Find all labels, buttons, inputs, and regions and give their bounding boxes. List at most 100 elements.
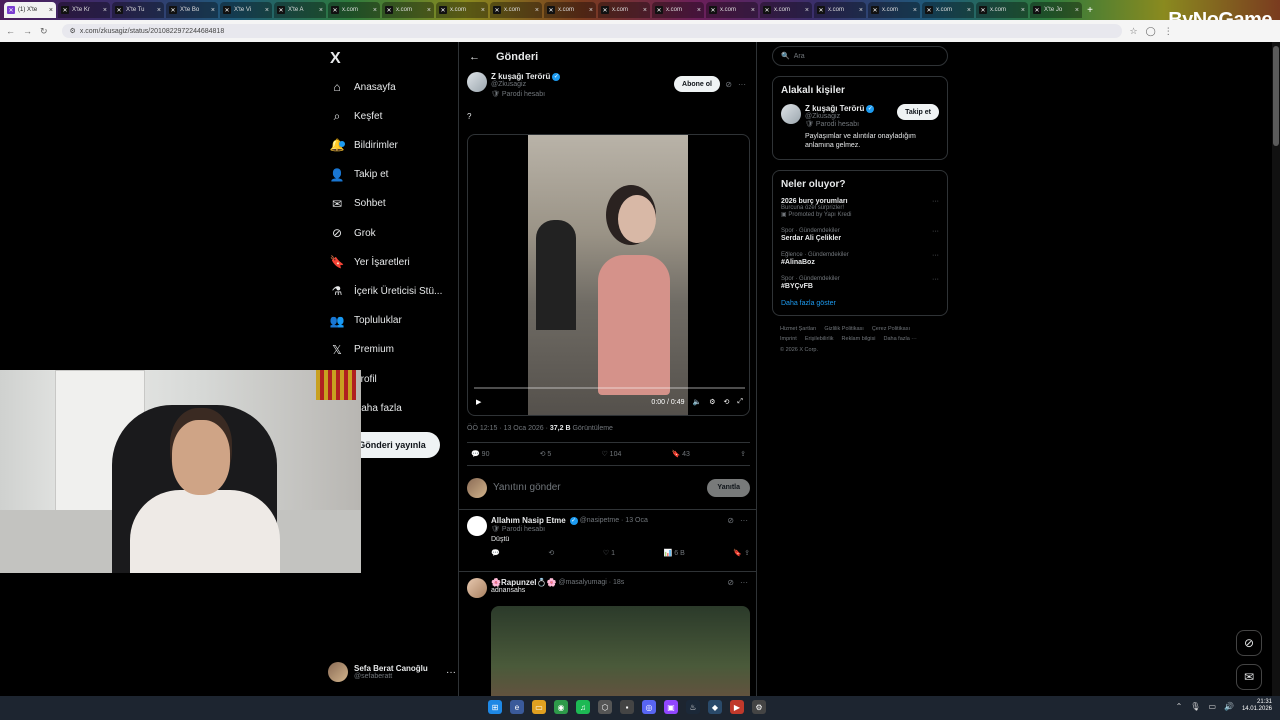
browser-tab[interactable]: ✕ X'te Jo × bbox=[1030, 2, 1082, 18]
app-icon[interactable]: ▪ bbox=[620, 700, 634, 714]
fullscreen-icon[interactable]: ⤢ bbox=[737, 398, 743, 406]
related-avatar[interactable] bbox=[781, 104, 801, 124]
twitch-icon[interactable]: ▣ bbox=[664, 700, 678, 714]
reply-action[interactable]: 💬 90 bbox=[471, 450, 489, 458]
reply-avatar[interactable] bbox=[467, 578, 487, 598]
app-icon[interactable]: ◆ bbox=[708, 700, 722, 714]
folder-icon[interactable]: ▭ bbox=[532, 700, 546, 714]
browser-tab-active[interactable]: ✕ (1) X'te × bbox=[4, 2, 56, 18]
menu-icon[interactable]: ⋮ bbox=[1164, 26, 1173, 37]
nav-item-0[interactable]: ⌂ Anasayfa bbox=[330, 76, 395, 98]
nav-item-1[interactable]: ⌕ Keşfet bbox=[330, 105, 383, 127]
author-handle[interactable]: @Zkusagiz bbox=[491, 81, 560, 88]
reload-icon[interactable]: ↻ bbox=[40, 26, 48, 37]
profile-icon[interactable]: ◯ bbox=[1146, 26, 1156, 37]
close-tab-icon[interactable]: × bbox=[751, 7, 755, 14]
nav-item-4[interactable]: ✉ Sohbet bbox=[330, 193, 386, 215]
trend-item[interactable]: Eğlence · Gündemdekiler #AlinaBoz ··· bbox=[781, 252, 939, 266]
close-tab-icon[interactable]: × bbox=[1075, 7, 1079, 14]
footer-link[interactable]: Çerez Politikası bbox=[872, 326, 910, 332]
browser-tab[interactable]: ✕ x.com × bbox=[922, 2, 974, 18]
x-logo[interactable]: X bbox=[330, 50, 341, 68]
browser-tab[interactable]: ✕ x.com × bbox=[706, 2, 758, 18]
close-tab-icon[interactable]: × bbox=[211, 7, 215, 14]
footer-link[interactable]: Daha fazla ··· bbox=[883, 336, 916, 342]
close-tab-icon[interactable]: × bbox=[319, 7, 323, 14]
reply-button[interactable]: Yanıtla bbox=[707, 478, 750, 497]
close-tab-icon[interactable]: × bbox=[49, 7, 53, 14]
close-tab-icon[interactable]: × bbox=[805, 7, 809, 14]
trend-item[interactable]: Spor · Gündemdekiler Serdar Ali Çelikler ·… bbox=[781, 228, 939, 242]
volume-icon[interactable]: 🔊 bbox=[1224, 702, 1234, 711]
browser-tab[interactable]: ✕ X'te Kr × bbox=[58, 2, 110, 18]
follow-button[interactable]: Takip et bbox=[897, 104, 939, 120]
start-icon[interactable]: ⊞ bbox=[488, 700, 502, 714]
browser-tab[interactable]: ✕ x.com × bbox=[544, 2, 596, 18]
browser-tab[interactable]: ✕ x.com × bbox=[868, 2, 920, 18]
spotify-icon[interactable]: ♫ bbox=[576, 700, 590, 714]
close-tab-icon[interactable]: × bbox=[157, 7, 161, 14]
nav-item-3[interactable]: 👤 Takip et bbox=[330, 164, 389, 186]
browser-tab[interactable]: ✕ X'te Bo × bbox=[166, 2, 218, 18]
views-action[interactable]: 📊 6 B bbox=[664, 549, 685, 557]
browser-tab[interactable]: ✕ x.com × bbox=[598, 2, 650, 18]
network-icon[interactable]: ▭ bbox=[1208, 702, 1216, 711]
search-input[interactable]: 🔍 Ara bbox=[772, 46, 948, 66]
scrollbar[interactable] bbox=[1272, 42, 1280, 696]
reply-image[interactable] bbox=[491, 606, 750, 696]
reply-input[interactable]: Yanıtını gönder bbox=[493, 482, 561, 493]
browser-tab[interactable]: ✕ x.com × bbox=[490, 2, 542, 18]
browser-tab[interactable]: ✕ x.com × bbox=[814, 2, 866, 18]
show-more-link[interactable]: Daha fazla göster bbox=[781, 300, 939, 307]
nav-item-8[interactable]: 👥 Topluluklar bbox=[330, 310, 402, 332]
more-icon[interactable]: ··· bbox=[738, 80, 746, 89]
youtube-icon[interactable]: ▶ bbox=[730, 700, 744, 714]
reply-item[interactable]: 🌸Rapunzel💍🌸 @masalyumagi · 18s adnansahs… bbox=[459, 572, 756, 696]
repost-action[interactable]: ⟲ 5 bbox=[540, 450, 552, 458]
app-icon[interactable]: ⬡ bbox=[598, 700, 612, 714]
close-tab-icon[interactable]: × bbox=[427, 7, 431, 14]
browser-tab[interactable]: ✕ x.com × bbox=[436, 2, 488, 18]
nav-item-5[interactable]: ⊘ Grok bbox=[330, 222, 376, 244]
footer-link[interactable]: Erişilebilirlik bbox=[805, 336, 834, 342]
grok-fab[interactable]: ⊘ bbox=[1236, 630, 1262, 656]
footer-link[interactable]: Hizmet Şartları bbox=[780, 326, 816, 332]
trend-item[interactable]: Spor · Gündemdekiler #BYÇvFB ··· bbox=[781, 276, 939, 290]
post-timestamp[interactable]: ÖÖ 12:15 · 13 Oca 2026 · bbox=[467, 425, 548, 432]
close-tab-icon[interactable]: × bbox=[481, 7, 485, 14]
footer-link[interactable]: Imprint bbox=[780, 336, 797, 342]
close-tab-icon[interactable]: × bbox=[967, 7, 971, 14]
browser-tab[interactable]: ✕ x.com × bbox=[976, 2, 1028, 18]
reply-author[interactable]: Allahım Nasip Etme bbox=[491, 516, 566, 525]
more-icon[interactable]: ··· bbox=[932, 198, 939, 205]
close-tab-icon[interactable]: × bbox=[265, 7, 269, 14]
loop-icon[interactable]: ⟲ bbox=[724, 398, 730, 406]
reply-author[interactable]: 🌸Rapunzel💍🌸 bbox=[491, 578, 556, 587]
close-tab-icon[interactable]: × bbox=[103, 7, 107, 14]
close-tab-icon[interactable]: × bbox=[913, 7, 917, 14]
subscribe-button[interactable]: Abone ol bbox=[674, 76, 720, 92]
account-switcher[interactable]: Sefa Berat Canoğlu @sefaberatt ··· bbox=[328, 658, 456, 686]
browser-tab[interactable]: ✕ X'te Vi × bbox=[220, 2, 272, 18]
nav-item-6[interactable]: 🔖 Yer İşaretleri bbox=[330, 251, 410, 273]
browser-tab[interactable]: ✕ x.com × bbox=[652, 2, 704, 18]
bookmark-share[interactable]: 🔖 ⇪ bbox=[733, 549, 750, 557]
close-tab-icon[interactable]: × bbox=[697, 7, 701, 14]
mic-icon[interactable]: 🎙 bbox=[1190, 702, 1200, 711]
steam-icon[interactable]: ♨ bbox=[686, 700, 700, 714]
grok-icon[interactable]: ⊘ bbox=[727, 516, 734, 525]
more-icon[interactable]: ··· bbox=[740, 578, 748, 587]
close-tab-icon[interactable]: × bbox=[535, 7, 539, 14]
more-icon[interactable]: ··· bbox=[932, 276, 939, 283]
volume-icon[interactable]: 🔈 bbox=[693, 398, 702, 406]
messages-fab[interactable]: ✉ bbox=[1236, 664, 1262, 690]
footer-link[interactable]: Reklam bilgisi bbox=[842, 336, 876, 342]
close-tab-icon[interactable]: × bbox=[859, 7, 863, 14]
like-action[interactable]: ♡ 104 bbox=[601, 450, 621, 458]
close-tab-icon[interactable]: × bbox=[373, 7, 377, 14]
browser-tab[interactable]: ✕ x.com × bbox=[328, 2, 380, 18]
scrollbar-thumb[interactable] bbox=[1273, 46, 1279, 146]
close-tab-icon[interactable]: × bbox=[589, 7, 593, 14]
grok-icon[interactable]: ⊘ bbox=[725, 80, 732, 89]
more-icon[interactable]: ··· bbox=[932, 228, 939, 235]
